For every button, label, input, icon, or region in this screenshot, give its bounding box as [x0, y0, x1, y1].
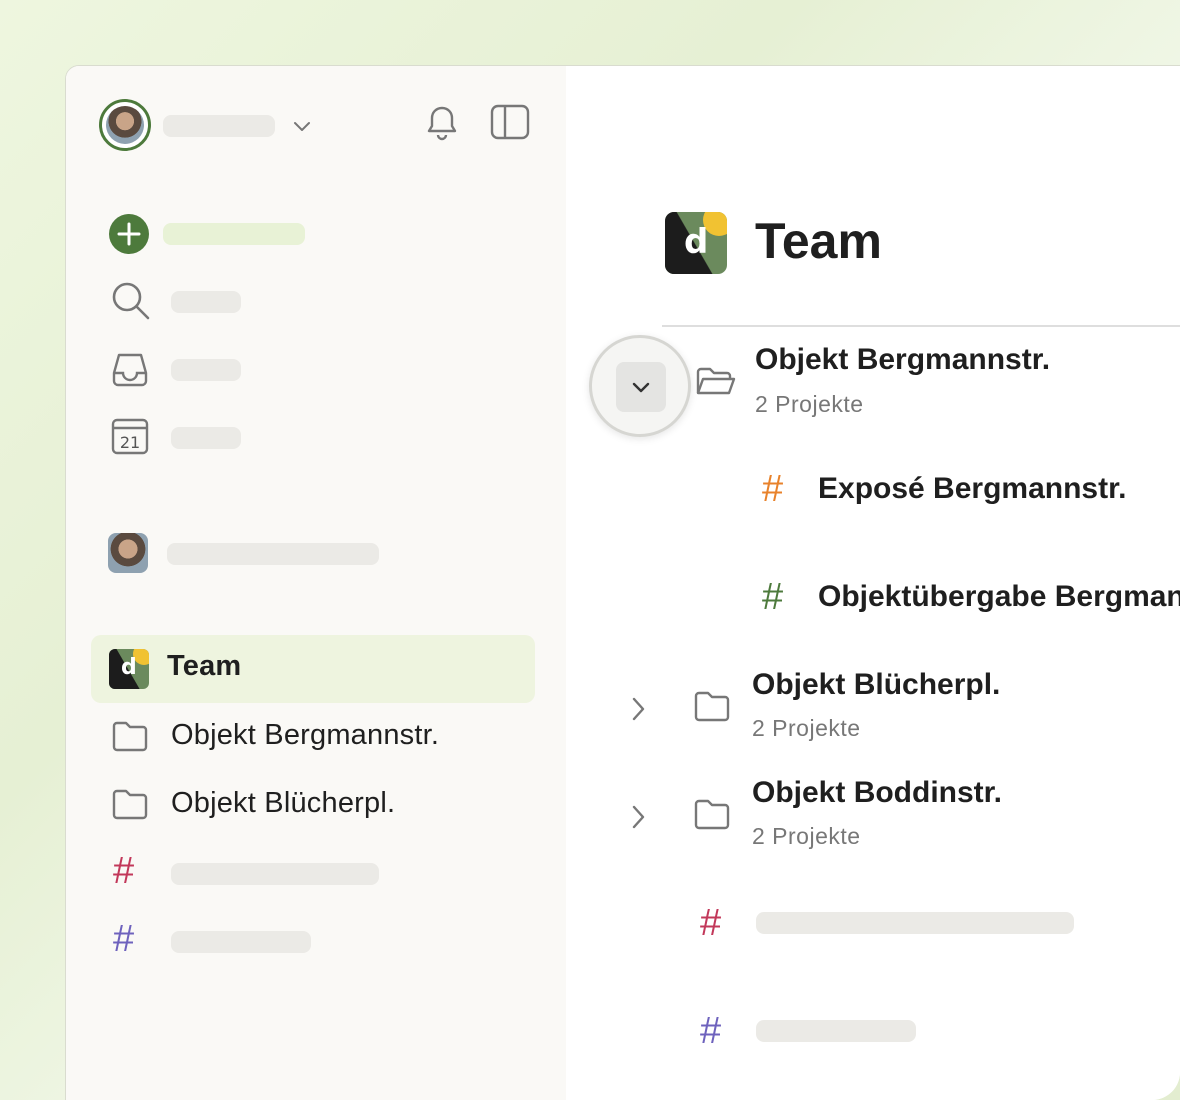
personal-avatar[interactable]	[108, 533, 148, 573]
user-avatar[interactable]	[99, 99, 151, 151]
folder-icon	[694, 798, 730, 830]
inbox-label-placeholder[interactable]	[171, 359, 241, 381]
inbox-icon[interactable]	[110, 349, 150, 389]
team-logo-icon: d	[665, 212, 727, 274]
folder-icon	[112, 788, 148, 820]
project-objektuebergabe-bergmannstr[interactable]: Objektübergabe Bergmannstr.	[818, 580, 1180, 614]
title-divider	[662, 325, 1180, 327]
project-placeholder[interactable]	[756, 912, 1074, 934]
hash-purple-icon: #	[700, 1010, 722, 1052]
group-title[interactable]: Objekt Bergmannstr.	[755, 343, 1050, 377]
project-placeholder[interactable]	[171, 931, 311, 953]
folder-icon	[112, 720, 148, 752]
today-label-placeholder[interactable]	[171, 427, 241, 449]
chevron-right-icon[interactable]	[626, 802, 650, 832]
group-subtitle: 2 Projekte	[752, 715, 861, 741]
hash-orange-icon: #	[762, 468, 784, 510]
hash-purple-icon: #	[113, 918, 135, 960]
calendar-icon[interactable]: 21	[111, 417, 149, 455]
chevron-down-icon	[632, 382, 650, 393]
group-subtitle: 2 Projekte	[755, 391, 864, 417]
group-title[interactable]: Objekt Blücherpl.	[752, 668, 1000, 702]
search-label-placeholder[interactable]	[171, 291, 241, 313]
sidebar: 21 d Team Objekt Bergmannstr. Objekt Blü…	[66, 66, 566, 1100]
sidebar-team-label[interactable]: Team	[167, 650, 241, 683]
sidebar-folder-bergmannstr[interactable]: Objekt Bergmannstr.	[171, 719, 439, 752]
app-frame: 21 d Team Objekt Bergmannstr. Objekt Blü…	[0, 0, 1180, 1100]
add-task-placeholder[interactable]	[163, 223, 305, 245]
chevron-down-icon[interactable]	[290, 114, 314, 138]
folder-open-icon	[696, 364, 736, 398]
hash-red-icon: #	[700, 902, 722, 944]
hash-green-icon: #	[762, 576, 784, 618]
search-icon[interactable]	[110, 280, 152, 322]
account-name-placeholder	[163, 115, 275, 137]
team-logo-icon: d	[109, 649, 149, 689]
svg-text:21: 21	[120, 433, 140, 452]
sidebar-item-team[interactable]	[91, 635, 535, 703]
project-placeholder[interactable]	[756, 1020, 916, 1042]
personal-workspace-placeholder[interactable]	[167, 543, 379, 565]
group-subtitle: 2 Projekte	[752, 823, 861, 849]
plus-circle-icon[interactable]	[108, 213, 150, 255]
bell-icon[interactable]	[424, 104, 460, 144]
collapse-button[interactable]	[589, 335, 691, 437]
chevron-right-icon[interactable]	[626, 694, 650, 724]
page-title: Team	[755, 213, 882, 269]
group-title[interactable]: Objekt Boddinstr.	[752, 776, 1002, 810]
sidebar-toggle-icon[interactable]	[490, 104, 530, 140]
sidebar-folder-bluecherpl[interactable]: Objekt Blücherpl.	[171, 787, 395, 820]
project-expose-bergmannstr[interactable]: Exposé Bergmannstr.	[818, 472, 1126, 506]
hash-red-icon: #	[113, 850, 135, 892]
folder-icon	[694, 690, 730, 722]
project-placeholder[interactable]	[171, 863, 379, 885]
